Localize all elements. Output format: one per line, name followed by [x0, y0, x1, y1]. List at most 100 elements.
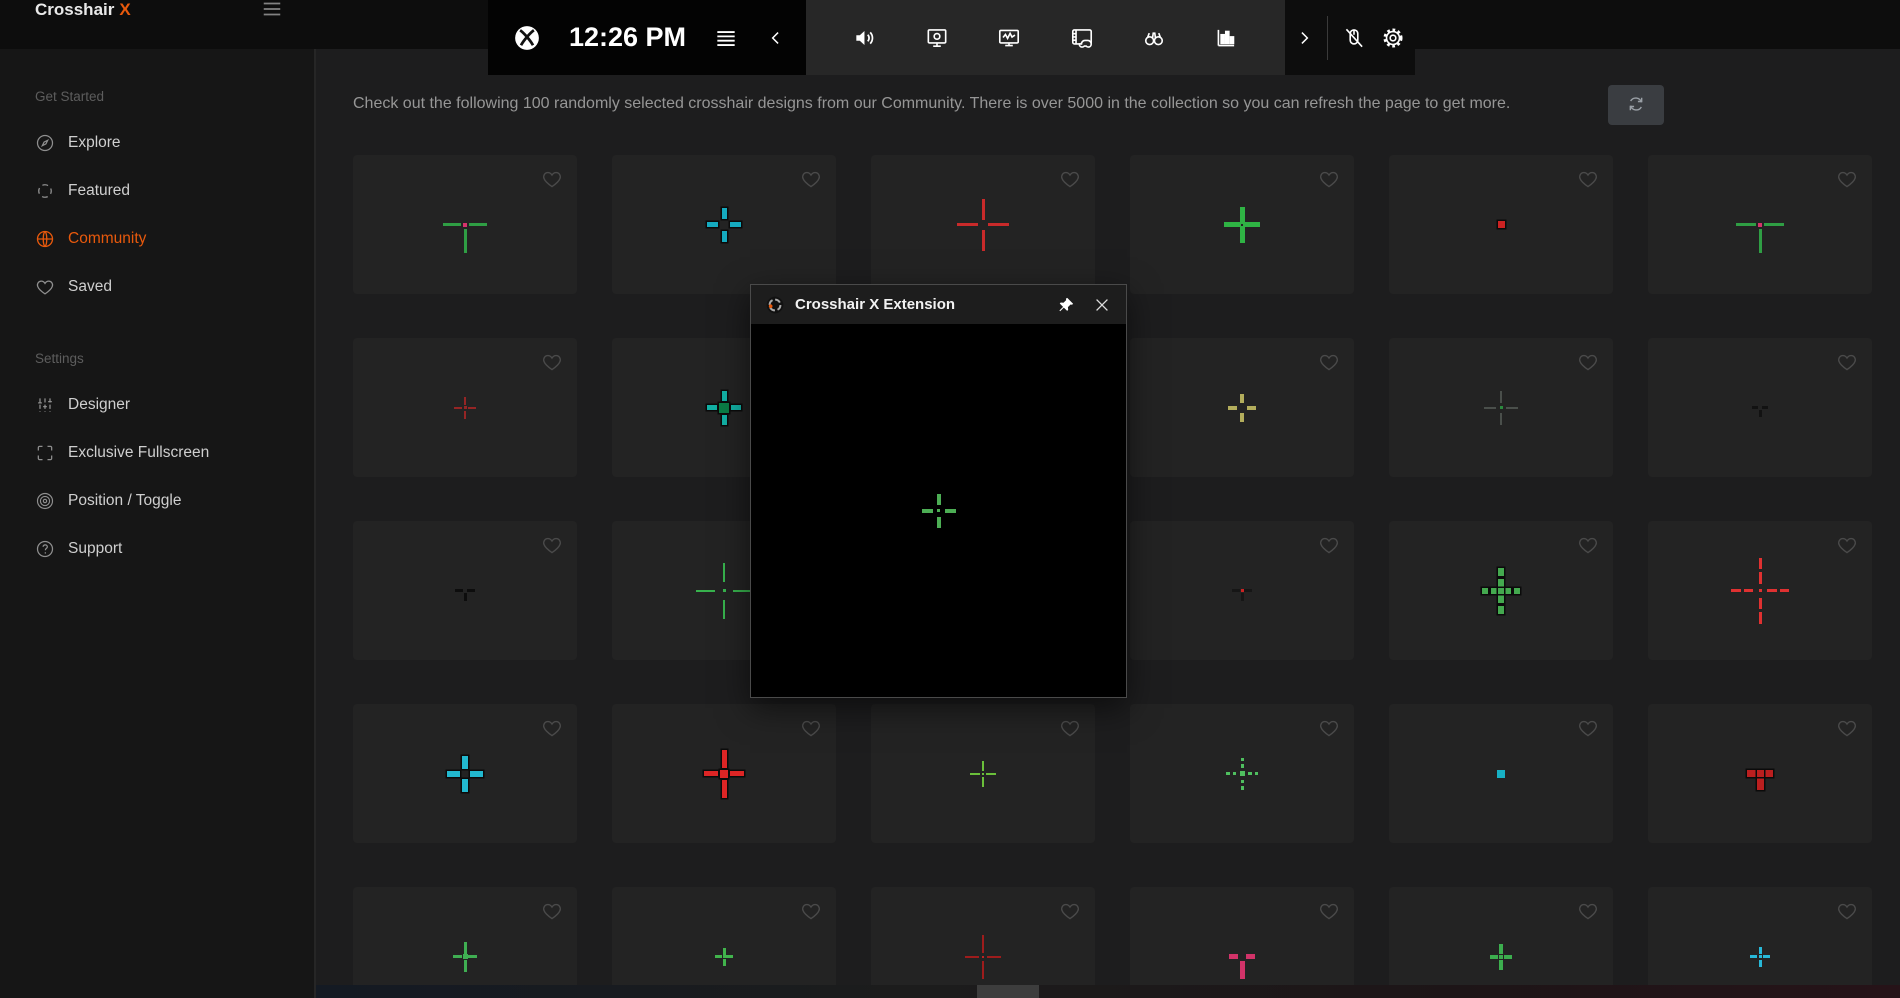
sidebar-item-saved[interactable]: Saved — [0, 263, 314, 311]
widget-menu-icon[interactable] — [713, 25, 739, 51]
sliders-icon — [35, 395, 55, 415]
taskbar-app-button[interactable] — [977, 985, 1039, 998]
crosshair-card[interactable] — [353, 338, 577, 477]
favorite-heart-button[interactable] — [1318, 351, 1340, 373]
sidebar-item-featured[interactable]: Featured — [0, 167, 314, 215]
crosshair-card[interactable] — [612, 155, 836, 294]
sidebar-item-community[interactable]: Community — [0, 215, 314, 263]
favorite-heart-button[interactable] — [1059, 900, 1081, 922]
favorite-heart-button[interactable] — [541, 351, 563, 373]
refresh-icon — [1626, 94, 1646, 117]
sidebar-section-heading: Settings — [35, 351, 314, 367]
favorite-heart-button[interactable] — [1059, 168, 1081, 190]
favorite-heart-button[interactable] — [1577, 351, 1599, 373]
crosshair-card[interactable] — [1648, 704, 1872, 843]
favorite-heart-button[interactable] — [541, 900, 563, 922]
crosshair-card[interactable] — [1389, 704, 1613, 843]
gamebar-settings-icon[interactable] — [1380, 25, 1406, 51]
sidebar-item-designer[interactable]: Designer — [0, 381, 314, 429]
crosshair-card[interactable] — [871, 155, 1095, 294]
refresh-button[interactable] — [1608, 85, 1664, 125]
crosshair-card[interactable] — [353, 155, 577, 294]
crosshair-card[interactable] — [1389, 338, 1613, 477]
crosshair-card[interactable] — [1389, 887, 1613, 998]
crosshair-card[interactable] — [1130, 521, 1354, 660]
close-icon[interactable] — [1092, 295, 1112, 315]
crosshair-card[interactable] — [1130, 338, 1354, 477]
favorite-heart-button[interactable] — [541, 717, 563, 739]
crosshair-card[interactable] — [612, 887, 836, 998]
favorite-heart-button[interactable] — [800, 900, 822, 922]
favorite-heart-button[interactable] — [1836, 534, 1858, 556]
favorite-heart-button[interactable] — [800, 168, 822, 190]
community-description: Check out the following 100 randomly sel… — [353, 95, 1593, 113]
expand-chevron-icon[interactable] — [1294, 28, 1314, 48]
fullscreen-icon — [35, 443, 55, 463]
app-window: CrosshairX Get StartedExploreFeaturedCom… — [0, 0, 1900, 998]
crosshair-card[interactable] — [353, 887, 577, 998]
pointer-passthrough-icon[interactable] — [1341, 25, 1367, 51]
collapse-chevron-icon[interactable] — [766, 28, 786, 48]
favorite-heart-button[interactable] — [1318, 900, 1340, 922]
favorite-heart-button[interactable] — [1836, 900, 1858, 922]
gamebar-widgets-section — [806, 0, 1285, 75]
capture-widget-icon[interactable] — [924, 25, 950, 51]
favorite-heart-button[interactable] — [800, 717, 822, 739]
favorite-heart-button[interactable] — [1836, 351, 1858, 373]
gamebar-main-section: 12:26 PM — [488, 0, 806, 75]
help-icon — [35, 539, 55, 559]
favorite-heart-button[interactable] — [1318, 717, 1340, 739]
crosshair-card[interactable] — [1648, 887, 1872, 998]
gamebar-right-section — [1285, 0, 1415, 75]
crosshair-card[interactable] — [1389, 155, 1613, 294]
crosshair-card[interactable] — [1130, 704, 1354, 843]
favorite-heart-button[interactable] — [1577, 717, 1599, 739]
favorite-heart-button[interactable] — [1577, 168, 1599, 190]
favorite-heart-button[interactable] — [541, 168, 563, 190]
extension-crosshair-preview — [751, 324, 1126, 697]
sidebar-item-label: Featured — [68, 182, 130, 200]
crosshair-card[interactable] — [1648, 155, 1872, 294]
sidebar-item-label: Saved — [68, 278, 112, 296]
sidebar-item-label: Explore — [68, 134, 121, 152]
xbox-logo-icon[interactable] — [512, 23, 542, 53]
scope-icon — [35, 181, 55, 201]
sidebar-item-explore[interactable]: Explore — [0, 119, 314, 167]
taskbar-strip — [316, 985, 1900, 998]
crosshair-card[interactable] — [1648, 521, 1872, 660]
gallery-widget-icon[interactable] — [1069, 25, 1095, 51]
crosshair-card[interactable] — [1648, 338, 1872, 477]
pin-icon[interactable] — [1056, 295, 1076, 315]
favorite-heart-button[interactable] — [1059, 717, 1081, 739]
sidebar-item-position-toggle[interactable]: Position / Toggle — [0, 477, 314, 525]
crosshair-card[interactable] — [1389, 521, 1613, 660]
globe-icon — [35, 229, 55, 249]
crosshair-card[interactable] — [1130, 155, 1354, 294]
favorite-heart-button[interactable] — [1318, 168, 1340, 190]
crosshair-card[interactable] — [353, 521, 577, 660]
sidebar-item-exclusive-fullscreen[interactable]: Exclusive Fullscreen — [0, 429, 314, 477]
extension-app-icon — [765, 295, 785, 315]
extension-titlebar[interactable]: Crosshair X Extension — [751, 285, 1126, 324]
crosshair-card[interactable] — [871, 887, 1095, 998]
extension-window-title: Crosshair X Extension — [795, 296, 955, 313]
favorite-heart-button[interactable] — [1577, 534, 1599, 556]
audio-widget-icon[interactable] — [852, 25, 878, 51]
crosshair-card[interactable] — [871, 704, 1095, 843]
favorite-heart-button[interactable] — [1577, 900, 1599, 922]
xbox-gamebar: 12:26 PM — [488, 0, 1415, 75]
favorite-heart-button[interactable] — [1836, 717, 1858, 739]
hamburger-menu-icon[interactable] — [259, 0, 285, 20]
crosshair-card[interactable] — [612, 704, 836, 843]
heart-icon — [35, 277, 55, 297]
favorite-heart-button[interactable] — [1318, 534, 1340, 556]
crosshair-card[interactable] — [353, 704, 577, 843]
performance-widget-icon[interactable] — [996, 25, 1022, 51]
looking-for-group-widget-icon[interactable] — [1141, 25, 1167, 51]
crosshair-card[interactable] — [1130, 887, 1354, 998]
sidebar-item-support[interactable]: Support — [0, 525, 314, 573]
resources-widget-icon[interactable] — [1213, 25, 1239, 51]
app-logo-text: CrosshairX — [35, 1, 131, 19]
favorite-heart-button[interactable] — [1836, 168, 1858, 190]
favorite-heart-button[interactable] — [541, 534, 563, 556]
